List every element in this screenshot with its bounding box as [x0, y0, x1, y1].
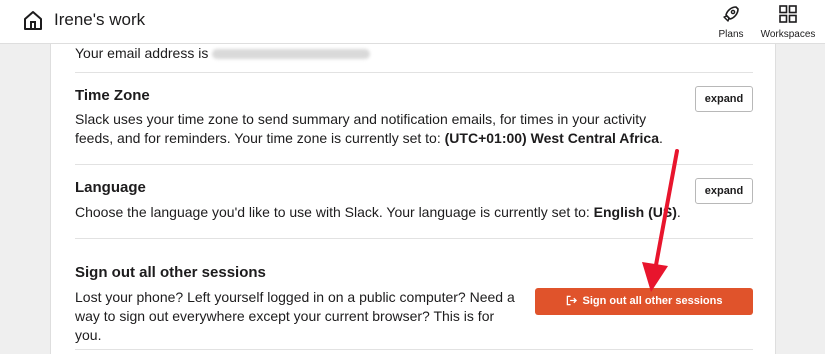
settings-card: Your email address is Time Zone Slack us… [50, 44, 776, 354]
sign-out-icon [566, 295, 577, 306]
divider [75, 164, 753, 165]
signout-description: Lost your phone? Left yourself logged in… [75, 289, 515, 343]
plans-button[interactable]: Plans [712, 4, 750, 40]
workspaces-button[interactable]: Workspaces [756, 4, 820, 40]
sign-out-button-label: Sign out all other sessions [582, 295, 723, 307]
language-expand-button[interactable]: expand [695, 178, 753, 204]
divider [75, 349, 753, 350]
email-prefix: Your email address is [75, 45, 209, 61]
divider [75, 72, 753, 73]
home-icon[interactable] [22, 9, 44, 31]
timezone-description: Slack uses your time zone to send summar… [75, 110, 675, 148]
language-current-value: English (US) [593, 204, 677, 220]
plans-label: Plans [718, 29, 744, 40]
grid-icon [779, 5, 797, 23]
language-desc-end: . [676, 204, 681, 220]
language-description: Choose the language you'd like to use wi… [75, 203, 695, 222]
redacted-email [212, 49, 371, 60]
signout-title: Sign out all other sessions [75, 264, 266, 281]
rocket-icon [723, 6, 739, 22]
divider [75, 238, 753, 239]
language-desc-text: Choose the language you'd like to use wi… [75, 204, 590, 220]
timezone-title: Time Zone [75, 87, 150, 104]
language-title: Language [75, 179, 146, 196]
top-bar: Irene's work Plans Workspaces [0, 0, 825, 44]
workspace-title[interactable]: Irene's work [54, 10, 145, 30]
email-row: Your email address is [75, 43, 371, 63]
sign-out-all-sessions-button[interactable]: Sign out all other sessions [535, 288, 753, 315]
workspaces-label: Workspaces [760, 29, 816, 40]
timezone-expand-button[interactable]: expand [695, 86, 753, 112]
timezone-desc-end: . [658, 130, 663, 146]
timezone-current-value: (UTC+01:00) West Central Africa [444, 130, 659, 146]
